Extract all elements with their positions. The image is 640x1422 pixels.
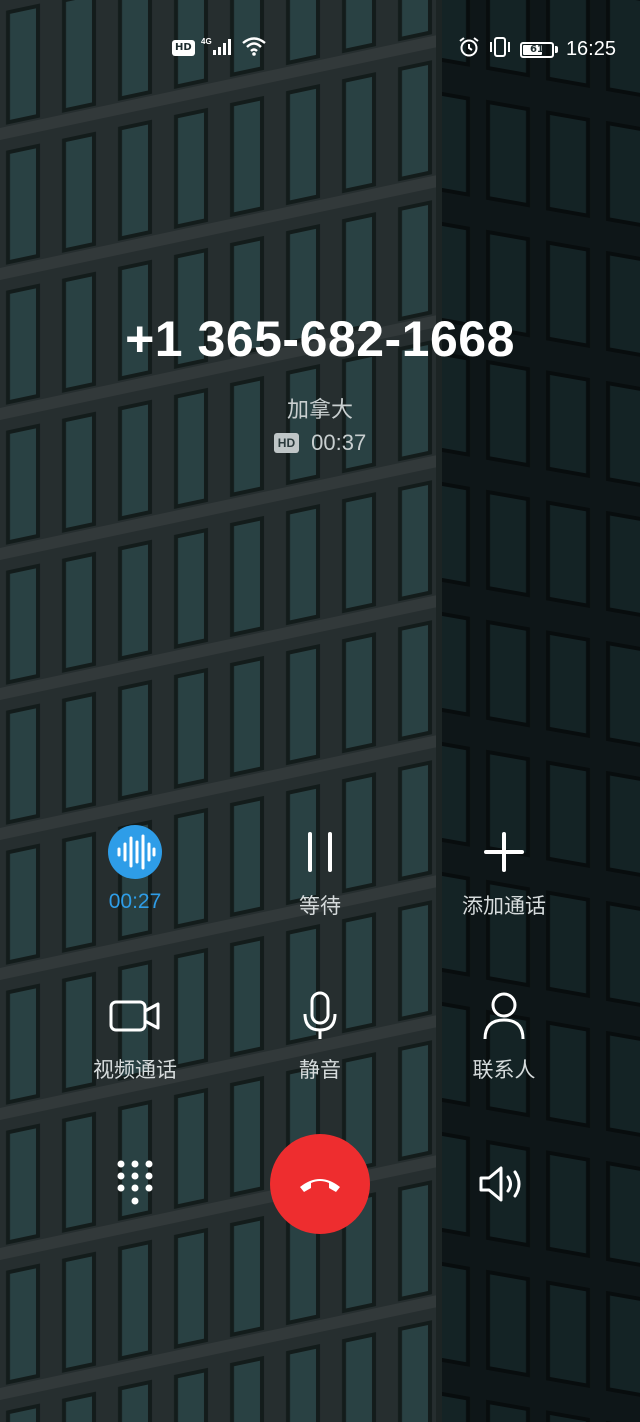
svg-text:4G: 4G	[201, 37, 212, 46]
status-left: HD 4G	[172, 36, 267, 60]
call-duration: 00:37	[311, 430, 367, 455]
hold-label: 等待	[299, 894, 341, 918]
microphone-icon	[303, 991, 337, 1039]
status-time: 16:25	[565, 38, 616, 60]
video-camera-icon	[109, 1000, 160, 1032]
vibrate-icon	[488, 36, 512, 63]
battery-icon: 61	[519, 41, 558, 58]
pause-icon	[308, 832, 332, 872]
record-button[interactable]: 00:27	[35, 822, 235, 914]
mute-label: 静音	[299, 1058, 341, 1082]
end-call-button[interactable]	[270, 1134, 370, 1234]
call-status-row: HD 00:37	[0, 430, 640, 456]
dialpad-button[interactable]	[105, 1154, 165, 1214]
video-call-button[interactable]: 视频通话	[35, 986, 235, 1084]
video-call-label: 视频通话	[93, 1058, 177, 1082]
wifi-icon	[241, 36, 267, 60]
caller-location: 加拿大	[286, 398, 353, 423]
record-timer: 00:27	[108, 890, 162, 913]
status-right: 61 16:25	[458, 36, 616, 63]
mute-button[interactable]: 静音	[220, 986, 420, 1084]
status-bar: HD 4G 61 16:25	[0, 0, 640, 94]
dialpad-icon	[117, 1160, 153, 1205]
contacts-button[interactable]: 联系人	[404, 986, 604, 1084]
signal-4g-icon: 4G	[201, 36, 235, 60]
person-icon	[483, 992, 525, 1040]
hd-call-icon: HD	[273, 433, 300, 453]
end-call-icon	[300, 1179, 340, 1192]
battery-level: 61	[519, 41, 554, 58]
plus-icon	[484, 832, 524, 872]
add-call-label: 添加通话	[462, 894, 546, 918]
speaker-button[interactable]	[474, 1154, 534, 1214]
recording-waveform-icon	[108, 825, 162, 879]
alarm-icon	[458, 36, 480, 63]
hd-icon: HD	[172, 40, 195, 56]
hold-button[interactable]: 等待	[220, 822, 420, 920]
add-call-button[interactable]: 添加通话	[404, 822, 604, 920]
speaker-icon	[479, 1166, 521, 1202]
caller-number: +1 365-682-1668	[125, 311, 515, 367]
contacts-label: 联系人	[472, 1058, 536, 1082]
